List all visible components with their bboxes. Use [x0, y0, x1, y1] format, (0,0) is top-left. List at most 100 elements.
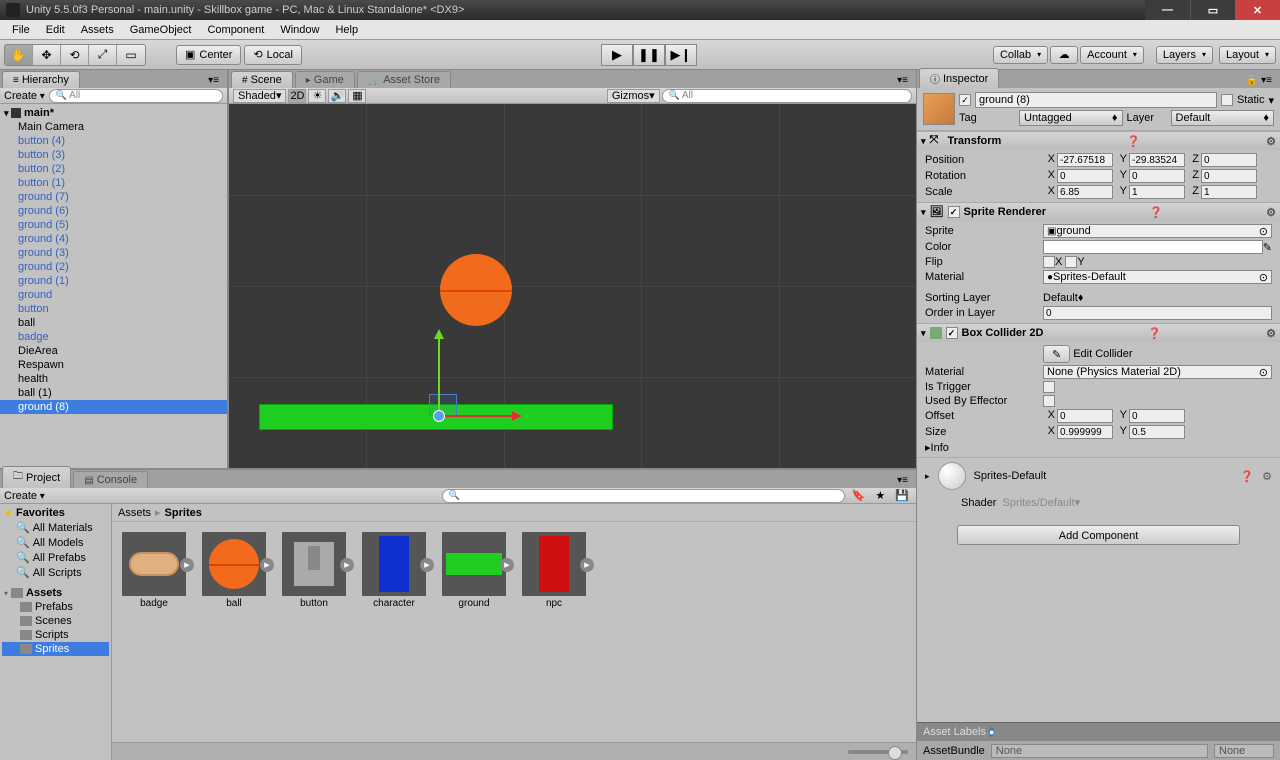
order-in-layer[interactable]	[1043, 306, 1272, 320]
hierarchy-item[interactable]: badge	[0, 330, 227, 344]
hierarchy-tab[interactable]: ≡Hierarchy	[2, 71, 80, 88]
pivot-center-button[interactable]: ▣ Center	[176, 45, 241, 65]
2d-toggle[interactable]: 2D	[288, 89, 306, 103]
project-create[interactable]: Create ▾	[4, 490, 45, 502]
transform-help-icon[interactable]: ❓	[1127, 135, 1141, 148]
scene-tab[interactable]: #Scene	[231, 71, 293, 88]
hierarchy-item[interactable]: button (3)	[0, 148, 227, 162]
menu-edit[interactable]: Edit	[38, 24, 73, 36]
pos-z[interactable]	[1201, 153, 1257, 167]
sr-material-field[interactable]: ● Sprites-Default⊙	[1043, 270, 1272, 284]
menu-component[interactable]: Component	[199, 24, 272, 36]
pivot-local-button[interactable]: ⟲ Local	[244, 45, 302, 65]
search-type-icon[interactable]: ★	[875, 489, 885, 502]
hierarchy-item[interactable]: ground (4)	[0, 232, 227, 246]
hierarchy-item[interactable]: button (4)	[0, 134, 227, 148]
rotate-tool[interactable]: ⟲	[61, 45, 89, 65]
account-dropdown[interactable]: Account	[1080, 46, 1144, 64]
scene-menu[interactable]: ▾≡	[893, 73, 912, 88]
is-trigger-checkbox[interactable]	[1043, 381, 1055, 393]
gizmos-dropdown[interactable]: Gizmos ▾	[607, 89, 660, 103]
favorite-item[interactable]: 🔍 All Prefabs	[2, 550, 109, 565]
scene-viewport[interactable]	[229, 104, 916, 468]
shading-dropdown[interactable]: Shaded ▾	[233, 89, 286, 103]
hierarchy-item[interactable]: Main Camera	[0, 120, 227, 134]
folder-item[interactable]: Scenes	[2, 614, 109, 628]
pause-button[interactable]: ❚❚	[633, 44, 665, 66]
sorting-layer-dropdown[interactable]: Default♦	[1043, 292, 1083, 304]
hierarchy-item[interactable]: Respawn	[0, 358, 227, 372]
folder-item[interactable]: Sprites	[2, 642, 109, 656]
search-filter-icon[interactable]: 🔖	[852, 489, 866, 502]
mat-help-icon[interactable]: ❓	[1240, 470, 1254, 483]
gizmo-center[interactable]	[433, 410, 445, 422]
hierarchy-item[interactable]: ground (3)	[0, 246, 227, 260]
breadcrumb-sprites[interactable]: Sprites	[165, 507, 202, 519]
used-by-effector-checkbox[interactable]	[1043, 395, 1055, 407]
hierarchy-item[interactable]: ground (5)	[0, 218, 227, 232]
transform-header[interactable]: ⤧ Transform ❓ ⚙	[917, 132, 1280, 150]
asset-labels-info-icon[interactable]: ●	[989, 727, 994, 737]
rot-z[interactable]	[1201, 169, 1257, 183]
game-tab[interactable]: ▸Game	[295, 71, 355, 88]
layers-dropdown[interactable]: Layers	[1156, 46, 1213, 64]
assetbundle-variant-dropdown[interactable]: None	[1214, 744, 1274, 758]
rect-tool[interactable]: ▭	[117, 45, 145, 65]
asset-item[interactable]: ▶ground	[442, 532, 506, 609]
offset-x[interactable]	[1057, 409, 1113, 423]
project-search[interactable]	[442, 489, 845, 503]
cloud-button[interactable]: ☁	[1050, 46, 1078, 64]
folder-item[interactable]: Scripts	[2, 628, 109, 642]
hierarchy-item[interactable]: ground (7)	[0, 190, 227, 204]
console-tab[interactable]: ▤Console	[73, 471, 148, 488]
asset-item[interactable]: ▶button	[282, 532, 346, 609]
inspector-tab[interactable]: ⓘInspector	[919, 68, 999, 88]
inspector-menu[interactable]: 🔒 ▾≡	[1242, 73, 1276, 88]
color-field[interactable]	[1043, 240, 1263, 254]
hierarchy-item[interactable]: health	[0, 372, 227, 386]
static-dropdown-icon[interactable]: ▾	[1268, 94, 1274, 107]
shader-dropdown[interactable]: Sprites/Default▾	[1002, 496, 1272, 509]
hierarchy-search[interactable]: All	[49, 89, 223, 103]
scale-tool[interactable]: ⤢	[89, 45, 117, 65]
asset-item[interactable]: ▶npc	[522, 532, 586, 609]
menu-window[interactable]: Window	[272, 24, 327, 36]
favorite-item[interactable]: 🔍 All Scripts	[2, 565, 109, 580]
rot-y[interactable]	[1129, 169, 1185, 183]
gizmo-y-axis[interactable]	[438, 332, 440, 412]
breadcrumb-assets[interactable]: Assets	[118, 507, 151, 519]
sprite-renderer-header[interactable]: 🖼 Sprite Renderer ❓ ⚙	[917, 203, 1280, 221]
mat-gear-icon[interactable]: ⚙	[1262, 470, 1272, 483]
hierarchy-item[interactable]: ball (1)	[0, 386, 227, 400]
sr-help-icon[interactable]: ❓	[1149, 206, 1163, 219]
tag-dropdown[interactable]: Untagged♦	[1019, 110, 1123, 126]
hand-tool[interactable]: ✋	[5, 45, 33, 65]
fx-toggle[interactable]: ▦	[348, 89, 366, 103]
project-menu[interactable]: ▾≡	[893, 473, 912, 488]
hierarchy-item[interactable]: ground (2)	[0, 260, 227, 274]
lighting-toggle[interactable]: ☀	[308, 89, 326, 103]
gameobject-icon[interactable]	[923, 93, 955, 125]
project-tab[interactable]: 🗀Project	[2, 466, 71, 488]
asset-play-icon[interactable]: ▶	[340, 558, 354, 572]
add-component-button[interactable]: Add Component	[957, 525, 1240, 545]
asset-play-icon[interactable]: ▶	[500, 558, 514, 572]
collab-dropdown[interactable]: Collab	[993, 46, 1048, 64]
sr-gear-icon[interactable]: ⚙	[1266, 206, 1276, 219]
assets-folder[interactable]: Assets	[2, 586, 109, 600]
favorite-item[interactable]: 🔍 All Materials	[2, 520, 109, 535]
bc-material-field[interactable]: None (Physics Material 2D)⊙	[1043, 365, 1272, 379]
scene-search[interactable]: All	[662, 89, 912, 103]
size-y[interactable]	[1129, 425, 1185, 439]
hierarchy-item[interactable]: button (1)	[0, 176, 227, 190]
menu-file[interactable]: File	[4, 24, 38, 36]
hierarchy-item[interactable]: ground (8)	[0, 400, 227, 414]
asset-play-icon[interactable]: ▶	[180, 558, 194, 572]
menu-gameobject[interactable]: GameObject	[122, 24, 200, 36]
active-checkbox[interactable]	[959, 94, 971, 106]
sprite-field[interactable]: ▣ ground⊙	[1043, 224, 1272, 238]
size-x[interactable]	[1057, 425, 1113, 439]
eyedropper-icon[interactable]: ✎	[1263, 241, 1272, 254]
scale-z[interactable]	[1201, 185, 1257, 199]
bc-help-icon[interactable]: ❓	[1148, 327, 1162, 340]
